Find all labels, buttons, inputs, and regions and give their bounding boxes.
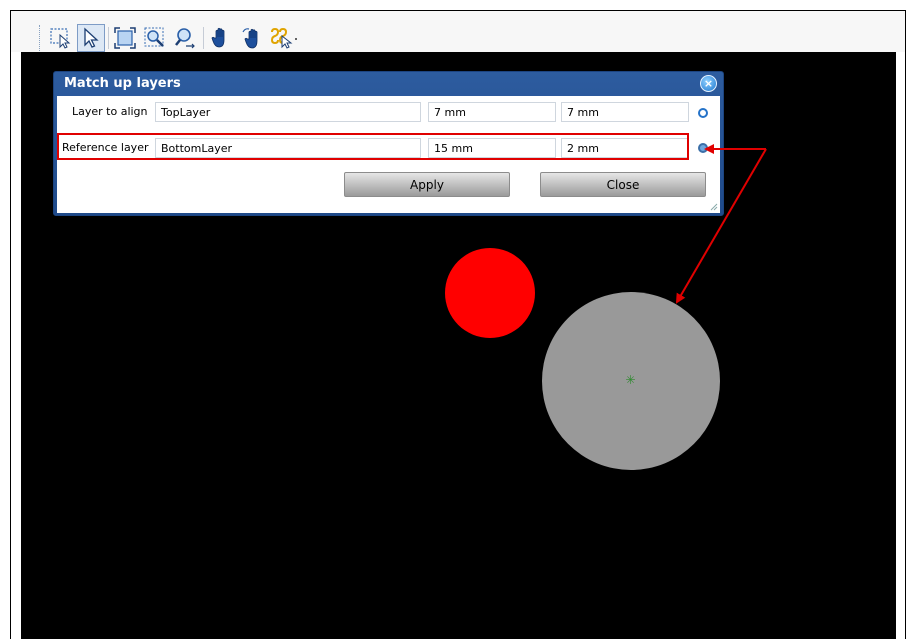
callout-number: 1 bbox=[774, 136, 785, 156]
callout-arrows bbox=[675, 144, 767, 304]
callout-line-pad bbox=[675, 148, 767, 304]
